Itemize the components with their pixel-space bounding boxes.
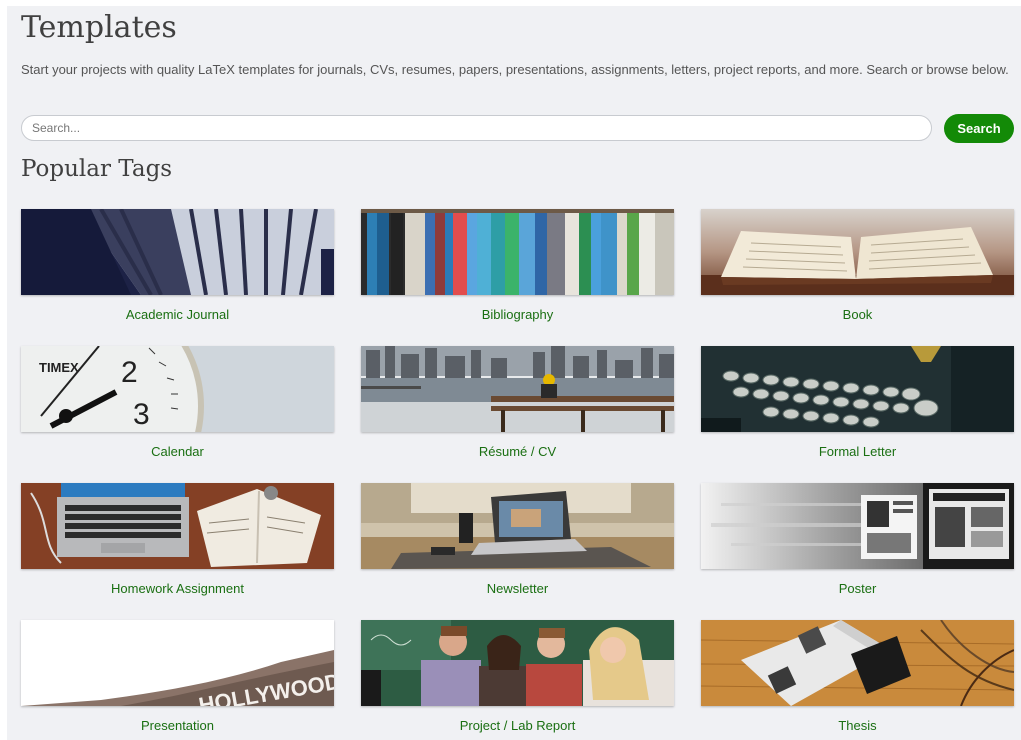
tag-label: Formal Letter <box>818 444 897 459</box>
tag-label: Academic Journal <box>125 307 230 322</box>
tag-card-presentation[interactable]: HOLLYWOOD Presentation <box>21 620 334 740</box>
tag-label: Bibliography <box>481 307 554 322</box>
search-input[interactable] <box>21 115 932 141</box>
tag-card-newsletter[interactable]: Newsletter <box>361 483 674 603</box>
tag-card-poster[interactable]: Poster <box>701 483 1014 603</box>
tag-card-bibliography[interactable]: Bibliography <box>361 209 674 329</box>
poster-photo <box>701 483 1014 569</box>
typewriter-photo <box>701 346 1014 432</box>
tag-label: Thesis <box>838 718 877 733</box>
tag-label: Calendar <box>151 444 204 459</box>
svg-text:3: 3 <box>133 398 150 431</box>
laptop-notebook-photo <box>21 483 334 569</box>
tag-card-academic-journal[interactable]: Academic Journal <box>21 209 334 329</box>
tag-label: Project / Lab Report <box>459 718 576 733</box>
book-spines-photo <box>361 209 674 295</box>
tag-card-book[interactable]: Book <box>701 209 1014 329</box>
city-bench-photo <box>361 346 674 432</box>
page-title: Templates <box>21 10 177 45</box>
svg-text:2: 2 <box>121 356 138 389</box>
tag-card-resume-cv[interactable]: Résumé / CV <box>361 346 674 466</box>
popular-tags-heading: Popular Tags <box>21 156 173 182</box>
open-book-photo <box>701 209 1014 295</box>
tag-label: Book <box>842 307 873 322</box>
library-shelves-photo <box>21 209 334 295</box>
desk-laptop-photo <box>361 483 674 569</box>
tag-card-thesis[interactable]: Thesis <box>701 620 1014 740</box>
tag-label: Newsletter <box>486 581 549 596</box>
tag-card-homework-assignment[interactable]: Homework Assignment <box>21 483 334 603</box>
tag-label: Homework Assignment <box>111 581 244 596</box>
search-button[interactable]: Search <box>944 114 1014 143</box>
thesis-book-photo <box>701 620 1014 706</box>
svg-text:TIMEX: TIMEX <box>39 360 79 375</box>
page-intro: Start your projects with quality LaTeX t… <box>21 62 1009 77</box>
clock-photo: TIMEX 2 3 <box>21 346 334 432</box>
students-photo <box>361 620 674 706</box>
tag-label: Poster <box>838 581 877 596</box>
tag-card-calendar[interactable]: TIMEX 2 3 Calendar <box>21 346 334 466</box>
tag-label: Presentation <box>141 718 214 733</box>
tag-card-formal-letter[interactable]: Formal Letter <box>701 346 1014 466</box>
tag-label: Résumé / CV <box>478 444 557 459</box>
templates-page: Templates Start your projects with quali… <box>7 6 1021 740</box>
tag-card-project-lab-report[interactable]: Project / Lab Report <box>361 620 674 740</box>
hollywood-sign-photo: HOLLYWOOD <box>21 620 334 706</box>
